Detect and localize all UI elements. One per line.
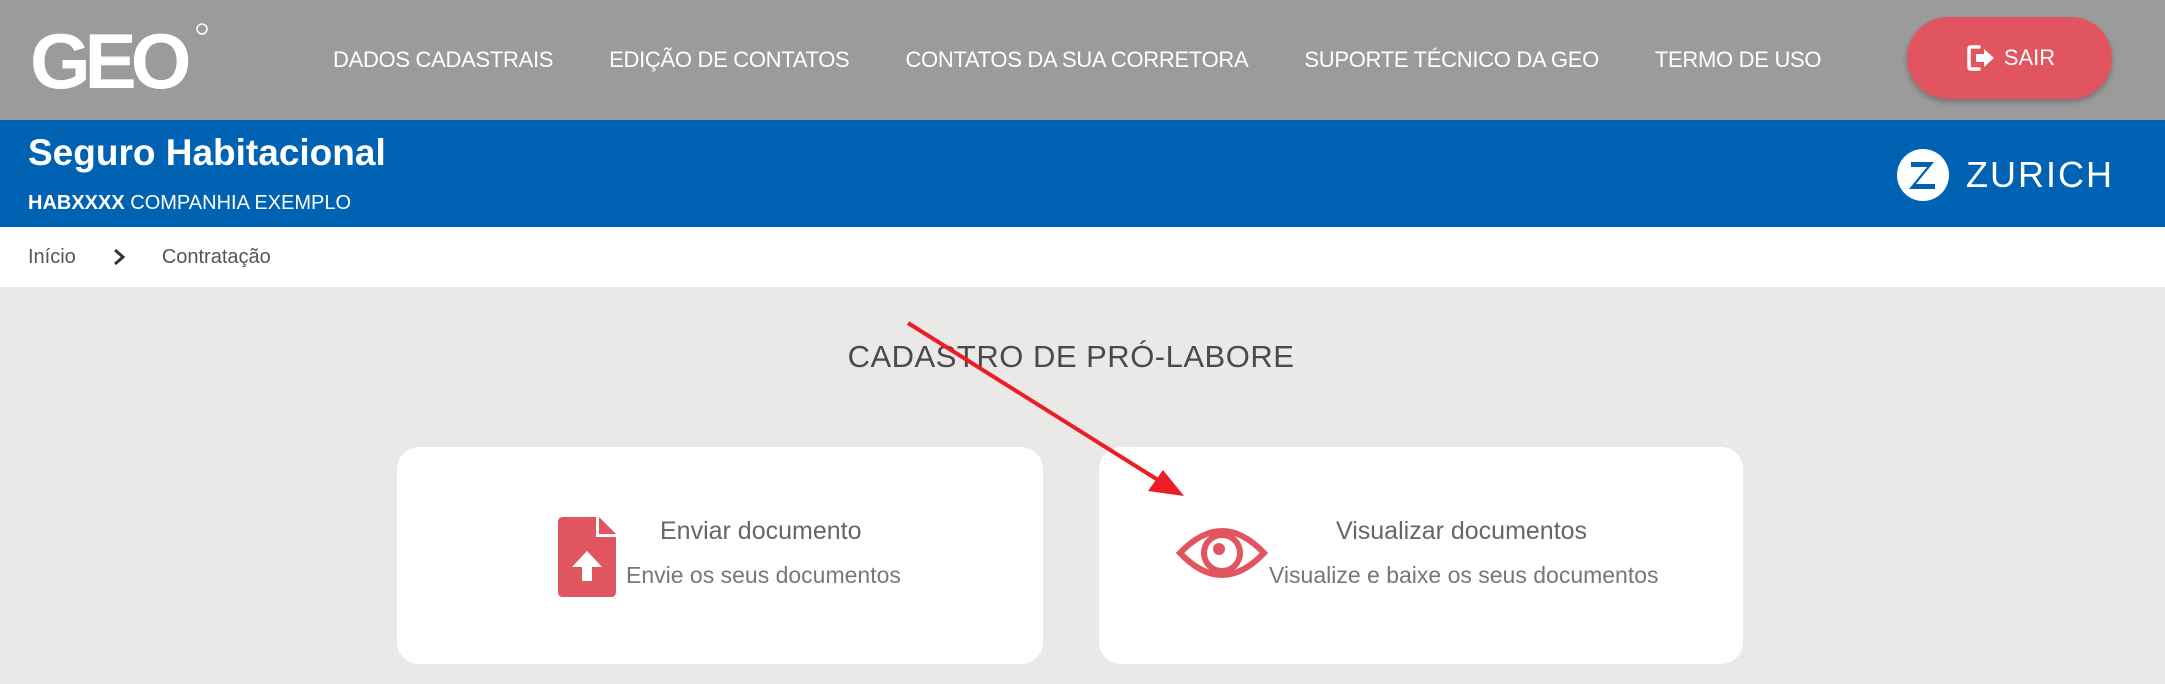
main-nav: DADOS CADASTRAIS EDIÇÃO DE CONTATOS CONT… (333, 0, 1822, 120)
breadcrumb-contratacao: Contratação (161, 245, 271, 268)
chevron-right-icon (113, 248, 126, 266)
nav-termo-de-uso[interactable]: TERMO DE USO (1655, 47, 1822, 73)
logout-label: SAIR (2003, 45, 2056, 70)
insurer-logo: ZURICH (1896, 148, 2114, 202)
nav-dados-cadastrais[interactable]: DADOS CADASTRAIS (333, 47, 553, 73)
product-title: Seguro Habitacional (28, 132, 386, 173)
send-document-card[interactable]: Enviar documento Envie os seus documento… (397, 447, 1043, 664)
zurich-z-icon (1897, 149, 1949, 201)
breadcrumb: Início Contratação (0, 227, 2165, 287)
product-subtitle: HABXXXX COMPANHIA EXEMPLO (28, 192, 351, 215)
nav-contatos-corretora[interactable]: CONTATOS DA SUA CORRETORA (905, 47, 1248, 73)
logout-button[interactable]: SAIR (1907, 17, 2112, 99)
insurer-name: ZURICH (1966, 154, 2114, 195)
product-code: HABXXXX (28, 192, 125, 214)
file-upload-icon (558, 517, 616, 597)
card-title: Enviar documento (660, 517, 862, 545)
nav-suporte-tecnico[interactable]: SUPORTE TÉCNICO DA GEO (1304, 47, 1599, 73)
product-banner: Seguro Habitacional HABXXXX COMPANHIA EX… (0, 120, 2165, 227)
svg-text:GEO: GEO (30, 22, 189, 97)
card-title: Visualizar documentos (1336, 517, 1588, 545)
company-name: COMPANHIA EXEMPLO (130, 192, 352, 214)
page-title: CADASTRO DE PRÓ-LABORE (847, 339, 1295, 374)
card-subtitle: Envie os seus documentos (626, 562, 901, 588)
breadcrumb-inicio[interactable]: Início (28, 246, 76, 269)
main-content: CADASTRO DE PRÓ-LABORE Enviar documento … (0, 287, 2165, 684)
view-documents-card[interactable]: Visualizar documentos Visualize e baixe … (1099, 447, 1743, 664)
eye-icon (1176, 528, 1268, 578)
top-navigation-bar: GEO DADOS CADASTRAIS EDIÇÃO DE CONTATOS … (0, 0, 2165, 121)
nav-edicao-de-contatos[interactable]: EDIÇÃO DE CONTATOS (609, 47, 850, 73)
geo-logo[interactable]: GEO (30, 22, 210, 97)
sign-out-icon (1967, 45, 1994, 71)
card-subtitle: Visualize e baixe os seus documentos (1269, 562, 1659, 588)
